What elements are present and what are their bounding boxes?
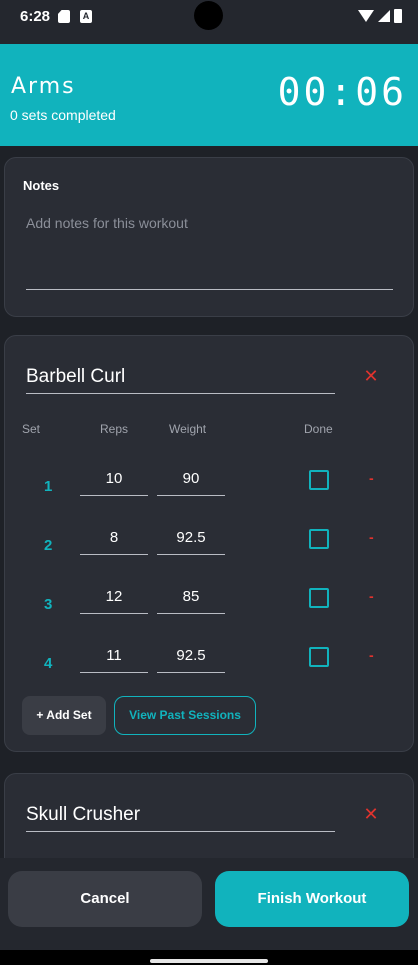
column-header-set: Set bbox=[22, 422, 41, 436]
set-number: 2 bbox=[44, 537, 53, 554]
bottom-action-bar: Cancel Finish Workout bbox=[0, 858, 418, 950]
battery-icon bbox=[394, 9, 402, 23]
view-past-sessions-button[interactable]: View Past Sessions bbox=[114, 696, 256, 735]
done-checkbox[interactable] bbox=[309, 588, 329, 608]
notes-underline bbox=[26, 289, 393, 290]
set-row: 2 8 92.5 - bbox=[5, 529, 415, 569]
set-row: 3 12 85 - bbox=[5, 588, 415, 628]
workout-timer: 00:06 bbox=[277, 70, 407, 114]
reps-input[interactable]: 11 bbox=[80, 647, 148, 673]
notes-card: Notes Add notes for this workout bbox=[4, 157, 414, 317]
remove-set-button[interactable]: - bbox=[369, 470, 374, 486]
system-nav-bar bbox=[0, 950, 418, 965]
done-checkbox[interactable] bbox=[309, 470, 329, 490]
exercise-card: Barbell Curl ✕ Set Reps Weight Done 1 10… bbox=[4, 335, 414, 752]
status-bar: 6:28 A bbox=[0, 0, 418, 44]
exercise-name-underline bbox=[26, 831, 335, 832]
notes-input[interactable]: Add notes for this workout bbox=[26, 215, 188, 231]
camera-cutout bbox=[194, 1, 223, 30]
done-checkbox[interactable] bbox=[309, 647, 329, 667]
exercise-name-input[interactable]: Skull Crusher bbox=[26, 804, 140, 826]
workout-header: Arms 0 sets completed 00:06 bbox=[0, 44, 418, 146]
finish-workout-button[interactable]: Finish Workout bbox=[215, 871, 409, 927]
weight-input[interactable]: 92.5 bbox=[157, 529, 225, 555]
sets-completed-text: 0 sets completed bbox=[10, 107, 116, 123]
workout-title: Arms bbox=[11, 74, 76, 99]
signal-icon bbox=[378, 10, 390, 22]
status-time: 6:28 bbox=[20, 8, 51, 25]
add-set-button[interactable]: + Add Set bbox=[22, 696, 106, 735]
remove-exercise-close-icon[interactable]: ✕ bbox=[362, 367, 380, 385]
status-icons bbox=[358, 9, 402, 23]
remove-set-button[interactable]: - bbox=[369, 647, 374, 663]
column-header-reps: Reps bbox=[100, 422, 129, 436]
reps-input[interactable]: 10 bbox=[80, 470, 148, 496]
exercise-name-underline bbox=[26, 393, 335, 394]
reps-input[interactable]: 12 bbox=[80, 588, 148, 614]
set-row: 4 11 92.5 - bbox=[5, 647, 415, 687]
cancel-button[interactable]: Cancel bbox=[8, 871, 202, 927]
reps-input[interactable]: 8 bbox=[80, 529, 148, 555]
wifi-icon bbox=[358, 10, 374, 22]
home-gesture-handle[interactable] bbox=[150, 959, 268, 963]
set-number: 4 bbox=[44, 655, 53, 672]
set-row: 1 10 90 - bbox=[5, 470, 415, 510]
done-checkbox[interactable] bbox=[309, 529, 329, 549]
weight-input[interactable]: 90 bbox=[157, 470, 225, 496]
column-header-done: Done bbox=[304, 422, 333, 436]
remove-exercise-close-icon[interactable]: ✕ bbox=[362, 805, 380, 823]
set-number: 3 bbox=[44, 596, 53, 613]
column-header-weight: Weight bbox=[169, 422, 207, 436]
set-number: 1 bbox=[44, 478, 53, 495]
weight-input[interactable]: 85 bbox=[157, 588, 225, 614]
remove-set-button[interactable]: - bbox=[369, 529, 374, 545]
remove-set-button[interactable]: - bbox=[369, 588, 374, 604]
notes-label: Notes bbox=[23, 178, 60, 193]
weight-input[interactable]: 92.5 bbox=[157, 647, 225, 673]
sd-card-icon bbox=[58, 10, 70, 23]
a-badge-icon: A bbox=[80, 10, 92, 23]
exercise-name-input[interactable]: Barbell Curl bbox=[26, 366, 125, 388]
